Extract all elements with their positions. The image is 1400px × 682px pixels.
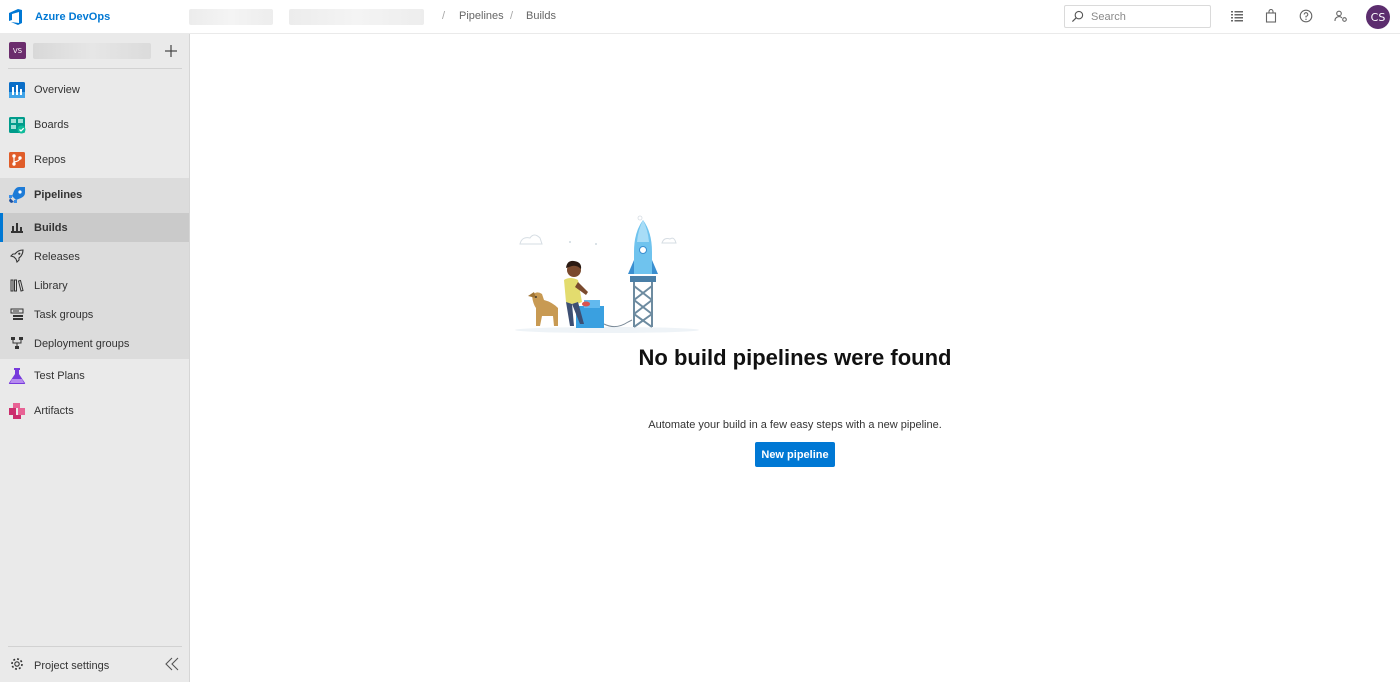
sidebar-item-overview[interactable]: Overview [0, 73, 189, 108]
empty-state-illustration [515, 215, 699, 333]
deployment-groups-icon [10, 336, 24, 350]
breadcrumb-separator: / [442, 10, 446, 22]
sidebar-item-library[interactable]: Library [0, 271, 189, 300]
gear-icon [10, 657, 24, 671]
sidebar-divider [8, 68, 182, 69]
sidebar-item-task-groups[interactable]: Task groups [0, 300, 189, 329]
new-pipeline-button[interactable]: New pipeline [755, 442, 835, 467]
azure-devops-home-link[interactable]: Azure DevOps [8, 7, 110, 27]
left-navigation: VS Overview Boards Repos Pipelines Build… [0, 34, 190, 682]
overview-icon [8, 81, 26, 99]
pipelines-icon [8, 186, 26, 204]
rocket-icon [10, 249, 24, 263]
sidebar-item-builds[interactable]: Builds [0, 213, 189, 242]
breadcrumb-builds[interactable]: Builds [526, 10, 556, 22]
artifacts-icon [8, 402, 26, 420]
search-icon [1071, 10, 1084, 23]
sidebar-item-label: Artifacts [34, 405, 74, 417]
selection-indicator [0, 213, 3, 242]
pipelines-group: Pipelines Builds Releases Library Task g… [0, 178, 189, 359]
sidebar-item-label: Overview [34, 84, 80, 96]
sidebar-item-boards[interactable]: Boards [0, 108, 189, 143]
top-bar: Azure DevOps / Pipelines / Builds Search… [0, 0, 1400, 34]
task-groups-icon [10, 307, 24, 321]
user-settings-icon [1334, 10, 1347, 22]
project-selector[interactable]: VS [0, 34, 189, 68]
app-name: Azure DevOps [35, 11, 111, 23]
project-settings-link[interactable]: Project settings [0, 652, 150, 678]
user-settings-button[interactable] [1333, 8, 1349, 24]
project-name-redacted[interactable] [289, 9, 424, 25]
add-button[interactable] [162, 42, 180, 60]
sidebar-item-test-plans[interactable]: Test Plans [0, 359, 189, 394]
sidebar-item-label: Task groups [34, 309, 94, 321]
sidebar-item-releases[interactable]: Releases [0, 242, 189, 271]
collapse-sidebar-button[interactable] [164, 656, 180, 672]
organization-name-redacted[interactable] [189, 9, 273, 25]
sidebar-item-pipelines[interactable]: Pipelines [0, 178, 189, 213]
sidebar-item-label: Pipelines [34, 189, 83, 201]
marketplace-button[interactable] [1263, 8, 1279, 24]
sidebar-item-label: Boards [34, 119, 69, 131]
sidebar-item-label: Repos [34, 154, 66, 166]
project-name-redacted [33, 43, 151, 59]
help-icon [1299, 9, 1313, 23]
breadcrumb-separator: / [510, 10, 514, 22]
sidebar-divider [8, 646, 182, 647]
test-plans-icon [8, 367, 26, 385]
breadcrumb-pipelines[interactable]: Pipelines [459, 10, 504, 22]
sidebar-item-repos[interactable]: Repos [0, 143, 189, 178]
sidebar-item-label: Deployment groups [34, 338, 130, 350]
empty-state-title: No build pipelines were found [638, 345, 952, 370]
project-settings-label: Project settings [34, 660, 110, 672]
sidebar-item-label: Releases [34, 251, 80, 263]
sidebar-item-deployment-groups[interactable]: Deployment groups [0, 329, 189, 358]
empty-state-description: Automate your build in a few easy steps … [648, 419, 942, 431]
azure-devops-logo-icon [9, 9, 22, 25]
repos-icon [8, 151, 26, 169]
sidebar-item-label: Test Plans [34, 370, 85, 382]
plus-icon [165, 45, 177, 57]
help-button[interactable] [1298, 8, 1314, 24]
sidebar-item-artifacts[interactable]: Artifacts [0, 394, 189, 429]
library-icon [10, 278, 24, 292]
sidebar-item-label: Builds [34, 222, 68, 234]
builds-icon [10, 220, 24, 234]
double-chevron-left-icon [165, 657, 179, 671]
user-avatar[interactable]: CS [1366, 5, 1390, 29]
list-icon [1231, 11, 1243, 22]
sidebar-item-label: Library [34, 280, 68, 292]
search-box[interactable] [1064, 5, 1211, 28]
work-items-button[interactable] [1229, 8, 1245, 24]
search-input[interactable] [1091, 10, 1209, 23]
project-badge: VS [9, 42, 26, 59]
boards-icon [8, 116, 26, 134]
shopping-bag-icon [1265, 9, 1277, 23]
